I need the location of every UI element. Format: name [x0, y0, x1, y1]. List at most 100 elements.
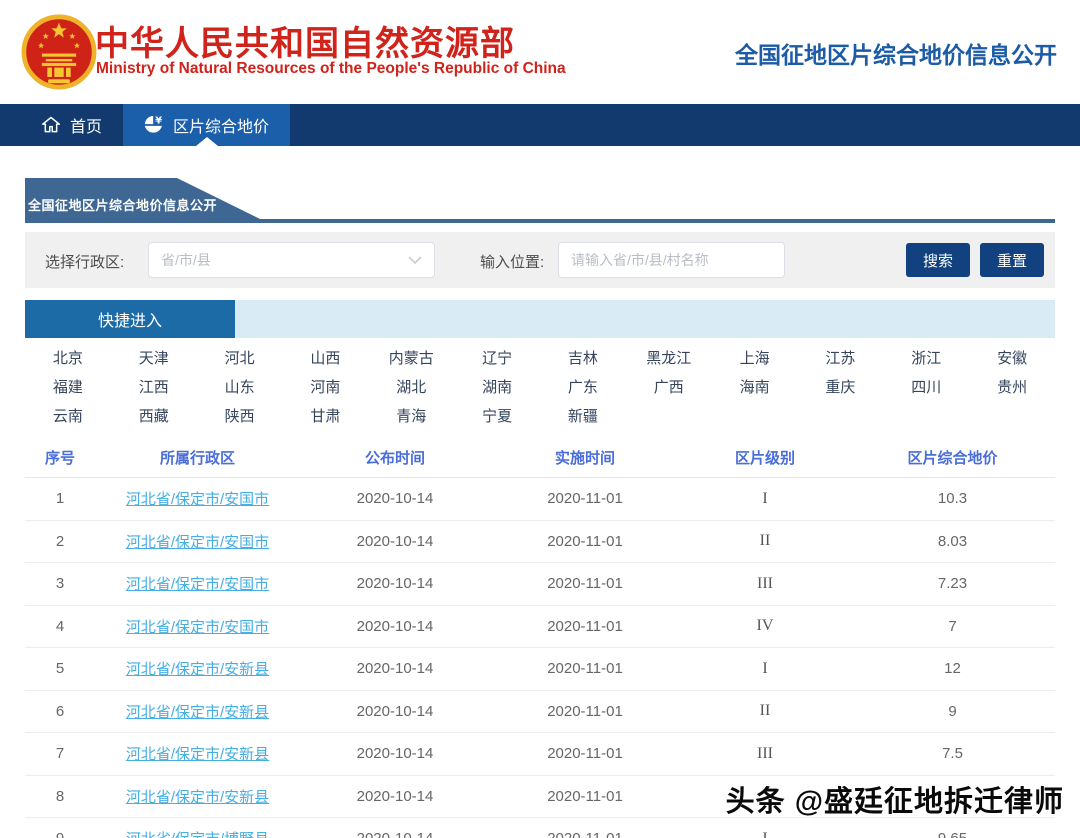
row-number: 7: [25, 745, 95, 762]
province-link[interactable]: 新疆: [540, 402, 626, 431]
implement-date-cell: 2020-11-01: [490, 575, 680, 592]
region-link[interactable]: 河北省/保定市/安国市: [95, 488, 300, 509]
province-link[interactable]: 北京: [25, 344, 111, 373]
region-link[interactable]: 河北省/保定市/安新县: [95, 786, 300, 807]
region-link[interactable]: 河北省/保定市/博野县: [95, 828, 300, 838]
ministry-subtitle: Ministry of Natural Resources of the Peo…: [96, 60, 566, 78]
section-banner-title: 全国征地区片综合地价信息公开: [28, 195, 217, 214]
implement-date-cell: 2020-11-01: [490, 788, 680, 805]
price-cell: 9: [850, 703, 1055, 720]
table-row: 6河北省/保定市/安新县2020-10-142020-11-01II9: [25, 691, 1055, 734]
home-icon: [41, 115, 61, 135]
province-link[interactable]: 江西: [111, 373, 197, 402]
page: 中华人民共和国自然资源部 Ministry of Natural Resourc…: [0, 0, 1080, 838]
region-link[interactable]: 河北省/保定市/安国市: [95, 531, 300, 552]
province-link[interactable]: 云南: [25, 402, 111, 431]
province-link[interactable]: 陕西: [197, 402, 283, 431]
region-link[interactable]: 河北省/保定市/安国市: [95, 573, 300, 594]
table-row: 7河北省/保定市/安新县2020-10-142020-11-01III7.5: [25, 733, 1055, 776]
col-no: 序号: [25, 447, 95, 468]
ministry-title: 中华人民共和国自然资源部: [95, 16, 515, 65]
region-select-label: 选择行政区:: [45, 251, 124, 272]
row-number: 5: [25, 660, 95, 677]
province-link[interactable]: 海南: [712, 373, 798, 402]
row-number: 9: [25, 830, 95, 838]
publish-date-cell: 2020-10-14: [300, 788, 490, 805]
nav-item-land-price[interactable]: ¥ 区片综合地价: [123, 104, 290, 146]
province-link[interactable]: 广西: [626, 373, 712, 402]
region-select-placeholder: 省/市/县: [161, 250, 408, 270]
province-link[interactable]: 青海: [368, 402, 454, 431]
row-number: 4: [25, 618, 95, 635]
province-link[interactable]: 宁夏: [454, 402, 540, 431]
province-link[interactable]: 上海: [712, 344, 798, 373]
region-link[interactable]: 河北省/保定市/安国市: [95, 616, 300, 637]
table-row: 1河北省/保定市/安国市2020-10-142020-11-01I10.3: [25, 478, 1055, 521]
section-banner: 全国征地区片综合地价信息公开: [25, 178, 1055, 223]
level-cell: IV: [680, 617, 850, 635]
province-link[interactable]: 山西: [283, 344, 369, 373]
level-cell: III: [680, 745, 850, 763]
row-number: 6: [25, 703, 95, 720]
region-link[interactable]: 河北省/保定市/安新县: [95, 701, 300, 722]
province-link[interactable]: 山东: [197, 373, 283, 402]
quick-entry-tab[interactable]: 快捷进入: [25, 300, 235, 338]
row-number: 1: [25, 490, 95, 507]
national-emblem-icon: [20, 9, 98, 95]
province-link[interactable]: 湖南: [454, 373, 540, 402]
price-cell: 12: [850, 660, 1055, 677]
publish-date-cell: 2020-10-14: [300, 618, 490, 635]
province-link[interactable]: 湖北: [368, 373, 454, 402]
province-link[interactable]: 吉林: [540, 344, 626, 373]
province-link[interactable]: 安徽: [969, 344, 1055, 373]
province-link[interactable]: 内蒙古: [368, 344, 454, 373]
province-link[interactable]: 四川: [883, 373, 969, 402]
svg-text:¥: ¥: [155, 115, 162, 126]
province-link[interactable]: 甘肃: [283, 402, 369, 431]
region-link[interactable]: 河北省/保定市/安新县: [95, 658, 300, 679]
watermark: 头条 @盛廷征地拆迁律师: [726, 778, 1064, 820]
table-row: 5河北省/保定市/安新县2020-10-142020-11-01I12: [25, 648, 1055, 691]
province-link[interactable]: 浙江: [883, 344, 969, 373]
province-link[interactable]: 辽宁: [454, 344, 540, 373]
implement-date-cell: 2020-11-01: [490, 533, 680, 550]
province-link[interactable]: 黑龙江: [626, 344, 712, 373]
main-nav: 首页 ¥ 区片综合地价: [0, 104, 1080, 146]
implement-date-cell: 2020-11-01: [490, 703, 680, 720]
publish-date-cell: 2020-10-14: [300, 490, 490, 507]
province-link[interactable]: 重庆: [798, 373, 884, 402]
publish-date-cell: 2020-10-14: [300, 703, 490, 720]
region-select[interactable]: 省/市/县: [148, 242, 435, 278]
col-publish-date: 公布时间: [300, 447, 490, 468]
implement-date-cell: 2020-11-01: [490, 618, 680, 635]
province-link[interactable]: 天津: [111, 344, 197, 373]
reset-button[interactable]: 重置: [980, 243, 1044, 277]
province-link[interactable]: 河南: [283, 373, 369, 402]
quick-entry-row: 快捷进入: [25, 300, 1055, 338]
province-link[interactable]: 贵州: [969, 373, 1055, 402]
search-button[interactable]: 搜索: [906, 243, 970, 277]
province-link[interactable]: 江苏: [798, 344, 884, 373]
province-link[interactable]: 西藏: [111, 402, 197, 431]
province-link[interactable]: 河北: [197, 344, 283, 373]
location-input[interactable]: [558, 242, 785, 278]
active-tab-notch: [196, 137, 218, 146]
col-price: 区片综合地价: [850, 447, 1055, 468]
level-cell: I: [680, 830, 850, 838]
province-grid: 北京天津河北山西内蒙古辽宁吉林黑龙江上海江苏浙江安徽福建江西山东河南湖北湖南广东…: [25, 344, 1055, 431]
implement-date-cell: 2020-11-01: [490, 830, 680, 838]
region-link[interactable]: 河北省/保定市/安新县: [95, 743, 300, 764]
nav-item-home[interactable]: 首页: [20, 104, 123, 146]
table-row: 3河北省/保定市/安国市2020-10-142020-11-01III7.23: [25, 563, 1055, 606]
location-input-label: 输入位置:: [480, 251, 544, 272]
table-row: 4河北省/保定市/安国市2020-10-142020-11-01IV7: [25, 606, 1055, 649]
price-cell: 9.65: [850, 830, 1055, 838]
price-cell: 7.5: [850, 745, 1055, 762]
level-cell: III: [680, 575, 850, 593]
table-header: 序号 所属行政区 公布时间 实施时间 区片级别 区片综合地价: [25, 438, 1055, 478]
price-cell: 7: [850, 618, 1055, 635]
province-link[interactable]: 福建: [25, 373, 111, 402]
province-link[interactable]: 广东: [540, 373, 626, 402]
price-cell: 10.3: [850, 490, 1055, 507]
publish-date-cell: 2020-10-14: [300, 830, 490, 838]
